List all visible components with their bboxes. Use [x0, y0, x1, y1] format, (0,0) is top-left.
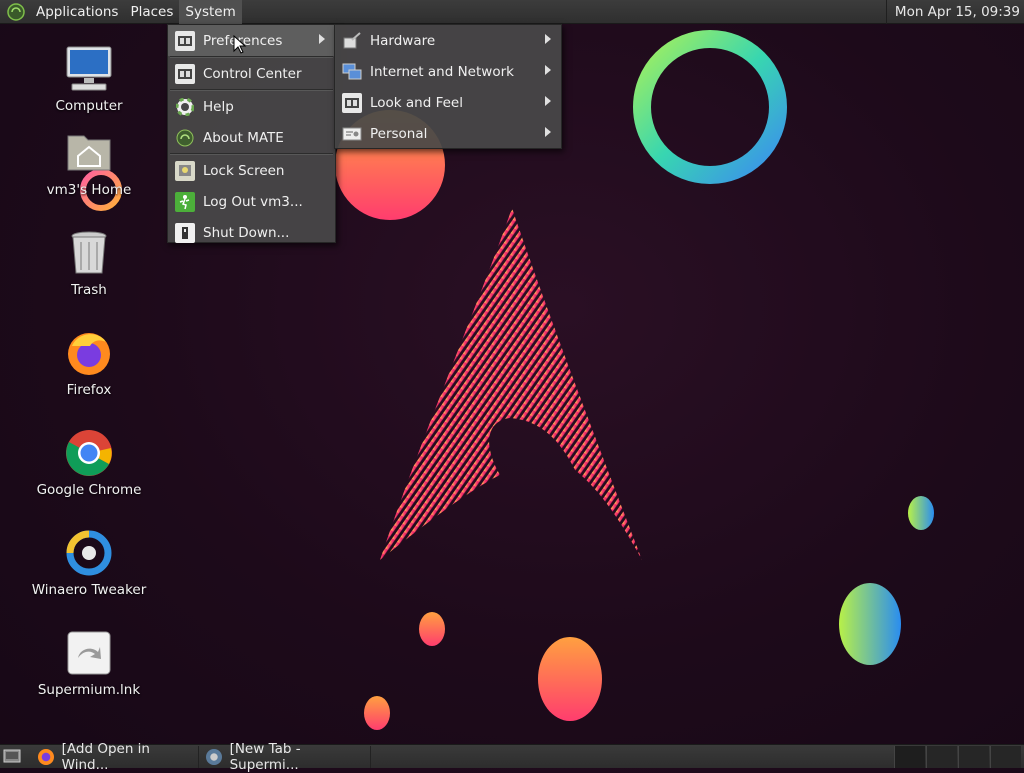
workspace-4[interactable] — [990, 746, 1021, 768]
desktop-icon-label: Computer — [55, 98, 123, 114]
menu-item-label: Control Center — [203, 65, 302, 82]
desktop-icon-supermium[interactable]: Supermium.lnk — [24, 628, 154, 698]
desktop-icon-winaero[interactable]: Winaero Tweaker — [24, 528, 154, 598]
menu-item-preferences[interactable]: Preferences — [168, 25, 335, 56]
taskbar-window-supermium[interactable]: [New Tab - Supermi... — [202, 741, 371, 773]
look-feel-icon — [342, 92, 362, 113]
desktop-icon-trash[interactable]: Trash — [24, 228, 154, 298]
desktop-icon-home[interactable]: vm3's Home — [24, 128, 154, 198]
menu-item-control-center[interactable]: Control Center — [168, 58, 335, 89]
mate-icon — [175, 128, 195, 148]
menu-item-label: Look and Feel — [370, 94, 463, 111]
clock[interactable]: Mon Apr 15, 09:39 — [885, 0, 1020, 24]
help-icon — [175, 97, 195, 117]
menu-item-label: Hardware — [370, 32, 436, 49]
taskbar-window-label: [New Tab - Supermi... — [229, 741, 301, 773]
desktop-icon-label: vm3's Home — [46, 182, 132, 198]
menu-item-help[interactable]: Help — [168, 91, 335, 122]
submenu-item-look-and-feel[interactable]: Look and Feel — [335, 87, 561, 118]
desktop-icon-label: Google Chrome — [36, 482, 142, 498]
menu-item-label: Lock Screen — [203, 162, 285, 179]
submenu-item-personal[interactable]: Personal — [335, 118, 561, 149]
system-menu-dropdown: Preferences Control Center Help About MA… — [167, 24, 336, 243]
lock-icon — [175, 160, 195, 181]
menu-item-shut-down[interactable]: Shut Down... — [168, 217, 335, 248]
chrome-icon — [64, 428, 114, 478]
menu-item-label: Log Out vm3... — [203, 193, 303, 210]
desktop-icon-label: Supermium.lnk — [37, 682, 141, 698]
network-icon — [342, 62, 362, 82]
workspace-1[interactable] — [894, 746, 925, 768]
submenu-arrow-icon — [545, 34, 551, 44]
winaero-tweaker-icon — [64, 528, 114, 578]
workspace-2[interactable] — [926, 746, 957, 768]
places-menu[interactable]: Places — [124, 0, 179, 24]
show-desktop-icon[interactable] — [3, 748, 21, 764]
control-center-icon — [175, 63, 195, 84]
mouse-cursor-icon — [233, 35, 247, 54]
submenu-arrow-icon — [545, 65, 551, 75]
menu-item-lock-screen[interactable]: Lock Screen — [168, 155, 335, 186]
bottom-panel: [Add Open in Wind... [New Tab - Supermi.… — [0, 741, 1024, 773]
taskbar-window-firefox[interactable]: [Add Open in Wind... — [34, 741, 199, 773]
preferences-submenu: Hardware Internet and Network Look and F… — [334, 24, 562, 149]
personal-icon — [342, 124, 362, 144]
shutdown-icon — [175, 222, 195, 243]
desktop-icon-computer[interactable]: Computer — [24, 44, 154, 114]
submenu-item-internet-network[interactable]: Internet and Network — [335, 56, 561, 87]
menu-item-label: About MATE — [203, 129, 284, 146]
menu-item-label: Internet and Network — [370, 63, 514, 80]
menu-item-log-out[interactable]: Log Out vm3... — [168, 186, 335, 217]
desktop-icon-label: Firefox — [66, 382, 112, 398]
menu-item-label: Help — [203, 98, 234, 115]
mate-logo-icon[interactable] — [6, 2, 26, 22]
menu-item-label: Shut Down... — [203, 224, 290, 241]
menu-item-about-mate[interactable]: About MATE — [168, 122, 335, 153]
desktop-icon-label: Trash — [71, 282, 107, 298]
submenu-arrow-icon — [545, 127, 551, 137]
menu-item-label: Personal — [370, 125, 428, 142]
submenu-item-hardware[interactable]: Hardware — [335, 25, 561, 56]
top-panel: Applications Places System Mon Apr 15, 0… — [0, 0, 1024, 24]
system-menu[interactable]: System — [179, 0, 242, 24]
submenu-arrow-icon — [319, 34, 325, 44]
trash-icon — [64, 228, 114, 278]
hardware-icon — [342, 31, 362, 51]
supermium-icon — [206, 749, 222, 765]
desktop-icon-firefox[interactable]: Firefox — [24, 328, 154, 398]
applications-menu[interactable]: Applications — [30, 0, 124, 24]
supermium-shortcut-icon — [64, 628, 114, 678]
preferences-icon — [175, 30, 195, 51]
workspace-3[interactable] — [958, 746, 989, 768]
desktop-icon-chrome[interactable]: Google Chrome — [24, 428, 154, 498]
computer-icon — [64, 44, 114, 94]
taskbar-window-label: [Add Open in Wind... — [61, 741, 150, 773]
firefox-icon — [64, 328, 114, 378]
firefox-icon — [38, 749, 54, 765]
desktop-icon-label: Winaero Tweaker — [31, 582, 147, 598]
submenu-arrow-icon — [545, 96, 551, 106]
logout-icon — [175, 191, 195, 212]
home-folder-icon — [64, 128, 114, 178]
